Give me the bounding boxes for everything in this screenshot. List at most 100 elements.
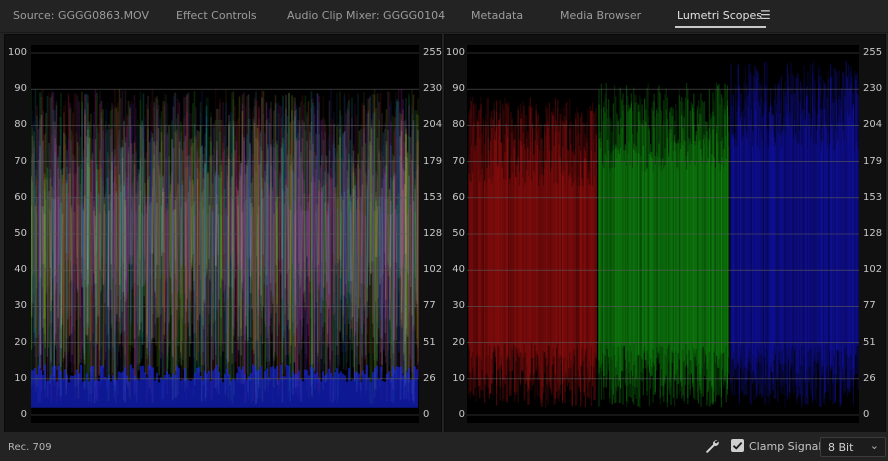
waveform-trace — [107, 210, 110, 308]
waveform-rgb-graphic — [31, 52, 419, 416]
waveform-trace — [332, 124, 335, 403]
waveform-trace — [110, 161, 113, 265]
percent-tick-label: 50 — [14, 228, 27, 239]
percent-tick-label: 30 — [452, 300, 465, 312]
waveform-rgb-panel: 100 90 80 70 60 50 40 30 20 10 0 255 230 204 179 153 12… — [4, 34, 442, 434]
waveform-trace — [312, 106, 316, 263]
hamburger-menu-icon[interactable]: ☰ — [760, 8, 771, 22]
eight-bit-tick-label: 204 — [423, 119, 443, 131]
panel-tab-bar: Source: GGGG0863.MOV Effect Controls Aud… — [0, 0, 888, 33]
percent-tick-label: 80 — [14, 119, 27, 131]
eight-bit-tick-label: 230 — [423, 83, 443, 95]
eight-bit-tick-label: 102 — [863, 264, 883, 276]
waveform-trace — [281, 95, 284, 260]
eight-bit-tick-label: 26 — [423, 372, 436, 384]
waveform-trace — [344, 205, 347, 268]
percent-tick-label: 20 — [14, 336, 27, 348]
waveform-trace — [39, 206, 43, 330]
eight-bit-tick-label: 179 — [863, 155, 883, 167]
tab-audio-clip-mixer[interactable]: Audio Clip Mixer: GGGG0104 — [287, 9, 445, 22]
percent-tick-label: 90 — [14, 83, 27, 95]
waveform-trace — [405, 153, 409, 400]
waveform-trace — [220, 215, 223, 357]
waveform-trace — [31, 110, 34, 314]
waveform-trace — [261, 178, 265, 270]
eight-bit-tick-label: 26 — [863, 372, 876, 384]
waveform-trace — [282, 125, 286, 375]
percent-tick-label: 30 — [14, 300, 27, 312]
waveform-trace — [266, 144, 269, 286]
eight-bit-tick-label: 179 — [423, 155, 443, 167]
waveform-trace — [62, 192, 65, 319]
rgb-parade-panel: 100 90 80 70 60 50 40 30 20 10 0 255 230 204 179 153 12… — [444, 34, 886, 434]
percent-tick-label: 90 — [452, 83, 465, 95]
waveform-trace — [248, 107, 251, 312]
percent-tick-label: 50 — [452, 228, 465, 239]
tab-lumetri-scopes[interactable]: Lumetri Scopes — [674, 9, 767, 28]
eight-bit-tick-label: 153 — [423, 191, 443, 203]
eight-bit-tick-label: 128 — [863, 228, 883, 239]
waveform-trace — [416, 141, 419, 379]
tab-effect-controls[interactable]: Effect Controls — [176, 9, 257, 22]
scopes-footer: Rec. 709 Clamp Signal 8 Bit ⌄ — [0, 432, 888, 461]
waveform-trace — [65, 166, 68, 253]
waveform-trace — [60, 174, 64, 349]
eight-bit-tick-label: 153 — [863, 191, 883, 203]
waveform-trace — [102, 198, 106, 286]
percent-tick-label: 0 — [20, 409, 27, 420]
eight-bit-tick-label: 77 — [863, 300, 876, 312]
percent-tick-label: 60 — [452, 191, 465, 203]
percent-tick-label: 70 — [452, 155, 465, 167]
waveform-trace — [320, 187, 323, 359]
percent-tick-label: 100 — [7, 47, 27, 58]
waveform-trace — [92, 111, 95, 286]
tab-metadata[interactable]: Metadata — [471, 9, 523, 22]
percent-tick-label: 10 — [452, 372, 465, 384]
percent-tick-label: 10 — [14, 372, 27, 384]
percent-tick-label: 60 — [14, 191, 27, 203]
percent-tick-label: 40 — [452, 264, 465, 276]
percent-tick-label: 0 — [458, 409, 465, 420]
rgb-parade-scope — [467, 45, 859, 423]
waveform-trace — [194, 153, 197, 335]
waveform-trace — [298, 139, 301, 344]
eight-bit-tick-label: 77 — [423, 300, 436, 312]
clamp-signal-checkbox[interactable] — [731, 439, 744, 452]
percent-tick-label: 20 — [452, 336, 465, 348]
waveform-trace — [144, 183, 147, 375]
waveform-trace — [201, 168, 205, 319]
waveform-trace — [237, 96, 241, 351]
wrench-icon[interactable] — [704, 438, 720, 454]
waveform-trace — [269, 165, 272, 319]
tab-media-browser[interactable]: Media Browser — [560, 9, 641, 22]
percent-tick-label: 80 — [452, 119, 465, 131]
percent-tick-label: 40 — [14, 264, 27, 276]
waveform-rgb-scope — [31, 45, 419, 423]
bit-depth-dropdown[interactable]: 8 Bit ⌄ — [820, 437, 886, 457]
eight-bit-tick-label: 255 — [423, 47, 443, 58]
eight-bit-tick-label: 102 — [423, 264, 443, 276]
tab-source[interactable]: Source: GGGG0863.MOV — [13, 9, 149, 22]
waveform-trace — [368, 95, 371, 316]
waveform-trace — [339, 196, 343, 279]
eight-bit-tick-label: 128 — [423, 228, 443, 239]
eight-bit-tick-label: 255 — [863, 47, 883, 58]
bit-depth-value: 8 Bit — [828, 441, 854, 454]
waveform-trace — [75, 133, 79, 270]
rgb-parade-graphic — [467, 52, 859, 416]
eight-bit-tick-label: 51 — [863, 336, 876, 348]
chevron-down-icon: ⌄ — [869, 439, 879, 452]
waveform-trace — [278, 169, 281, 390]
eight-bit-tick-label: 230 — [863, 83, 883, 95]
eight-bit-tick-label: 51 — [423, 336, 436, 348]
checkmark-icon — [732, 441, 743, 450]
waveform-trace — [59, 117, 62, 294]
waveform-trace — [164, 94, 167, 282]
eight-bit-tick-label: 0 — [423, 409, 430, 420]
color-space-label: Rec. 709 — [8, 442, 52, 453]
eight-bit-tick-label: 204 — [863, 119, 883, 131]
eight-bit-tick-label: 0 — [863, 409, 870, 420]
percent-tick-label: 70 — [14, 155, 27, 167]
clamp-signal-label: Clamp Signal — [749, 440, 822, 453]
percent-tick-label: 100 — [445, 47, 465, 58]
